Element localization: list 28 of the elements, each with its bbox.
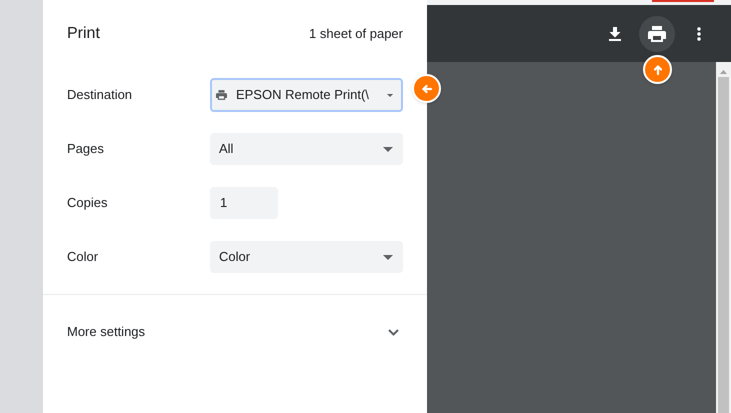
- setting-label: Copies: [67, 194, 108, 212]
- scroll-up-icon[interactable]: [720, 70, 727, 74]
- setting-label: Destination: [67, 86, 134, 104]
- print-button[interactable]: [639, 16, 675, 52]
- printer-icon: [648, 26, 666, 42]
- select-field[interactable]: All: [210, 133, 403, 165]
- scrollbar-thumb[interactable]: [718, 77, 729, 413]
- more-settings-button[interactable]: More settings: [43, 295, 427, 369]
- chevron-icon: [388, 328, 399, 336]
- copies-input[interactable]: 1: [210, 187, 278, 219]
- setting-label: Color: [67, 248, 100, 266]
- dropdown-caret-icon: [386, 92, 393, 98]
- setting-label: Pages: [67, 140, 105, 158]
- field-value: EPSON Remote Print(\: [236, 86, 369, 104]
- field-value: All: [219, 140, 234, 158]
- top-indicator: [652, 0, 714, 2]
- panel-title: Print: [67, 24, 100, 44]
- printer-icon: [216, 87, 227, 103]
- more-icon: [697, 26, 701, 40]
- field-value: 1: [220, 194, 228, 212]
- download-icon: [609, 26, 621, 40]
- sheet-count: 1 sheet of paper: [309, 25, 403, 44]
- dropdown-caret-icon: [383, 254, 393, 260]
- field-value: Color: [219, 248, 250, 266]
- scrollbar[interactable]: [716, 62, 731, 413]
- select-field[interactable]: Color: [210, 241, 403, 273]
- dropdown-caret-icon: [383, 146, 393, 152]
- destination-select[interactable]: EPSON Remote Print(\: [210, 78, 403, 112]
